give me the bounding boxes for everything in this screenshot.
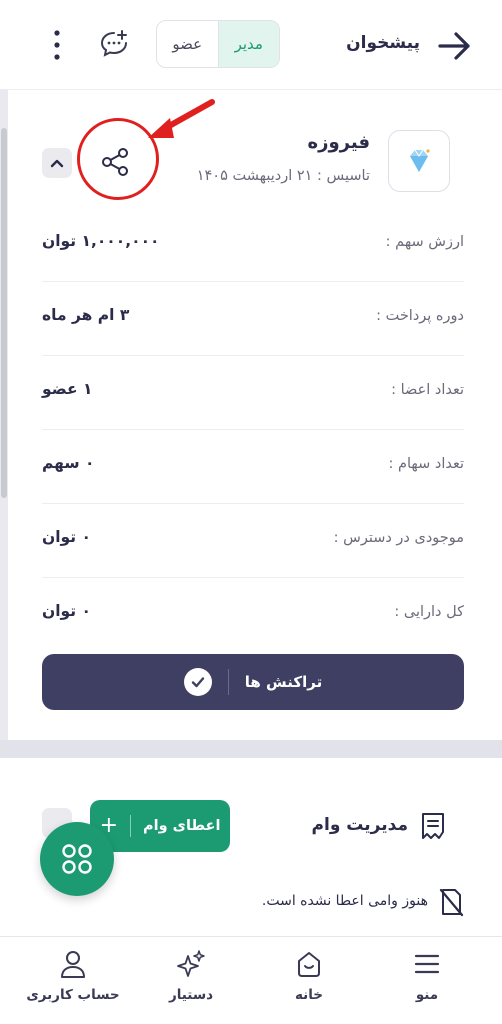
info-label: کل دارایی : bbox=[394, 604, 464, 620]
scrollbar-thumb[interactable] bbox=[1, 128, 7, 498]
transactions-button[interactable]: تراکنش ها bbox=[42, 654, 464, 710]
info-label: دوره پرداخت : bbox=[376, 308, 464, 324]
info-value: ۰ سهم bbox=[42, 454, 95, 472]
nav-label: خانه bbox=[294, 987, 324, 1003]
info-value: ۱,۰۰۰,۰۰۰ توان bbox=[42, 232, 160, 250]
top-bar: پیشخوان عضو مدیر bbox=[0, 0, 502, 90]
fund-founded-date: تاسیس : ۲۱ اردیبهشت ۱۴۰۵ bbox=[196, 168, 370, 184]
info-row-payment-period: دوره پرداخت : ۳ ام هر ماه bbox=[42, 282, 464, 356]
chat-add-icon[interactable] bbox=[98, 28, 130, 60]
info-value: ۳ ام هر ماه bbox=[42, 306, 130, 324]
bottom-navigation: منو خانه دستیار حساب کاربری bbox=[0, 936, 502, 1024]
info-label: موجودی در دسترس : bbox=[333, 530, 464, 546]
home-icon bbox=[298, 952, 320, 977]
apps-fab-button[interactable] bbox=[40, 822, 114, 896]
apps-grid-icon bbox=[62, 844, 92, 874]
no-document-icon bbox=[439, 888, 464, 917]
role-member-option[interactable]: عضو bbox=[157, 21, 218, 67]
info-row-total-assets: کل دارایی : ۰ توان bbox=[42, 578, 464, 652]
nav-label: حساب کاربری bbox=[26, 987, 120, 1003]
nav-item-home[interactable]: خانه bbox=[254, 947, 364, 1017]
more-vertical-icon[interactable] bbox=[50, 28, 64, 62]
no-loan-message: هنوز وامی اعطا نشده است. bbox=[261, 893, 428, 909]
section-divider bbox=[0, 740, 502, 758]
info-row-share-count: تعداد سهام : ۰ سهم bbox=[42, 430, 464, 504]
info-value: ۰ توان bbox=[42, 528, 91, 546]
button-divider bbox=[227, 669, 229, 695]
page-title: پیشخوان bbox=[346, 33, 420, 53]
info-label: ارزش سهم : bbox=[385, 234, 464, 250]
loan-title: مدیریت وام bbox=[311, 815, 408, 835]
transactions-button-label: تراکنش ها bbox=[244, 673, 323, 691]
nav-item-assistant[interactable]: دستیار bbox=[136, 947, 246, 1017]
back-arrow-icon[interactable] bbox=[434, 26, 474, 66]
sparkle-icon bbox=[177, 950, 205, 977]
check-circle-icon bbox=[183, 668, 212, 696]
role-admin-option[interactable]: مدیر bbox=[217, 21, 279, 67]
loan-document-icon bbox=[422, 813, 444, 839]
info-value: ۰ توان bbox=[42, 602, 91, 620]
nav-item-account[interactable]: حساب کاربری bbox=[18, 947, 128, 1017]
nav-item-menu[interactable]: منو bbox=[372, 947, 482, 1017]
info-value: ۱ عضو bbox=[42, 380, 93, 398]
grant-loan-label: اعطای وام bbox=[143, 818, 221, 834]
chevron-up-icon bbox=[50, 159, 64, 168]
nav-label: منو bbox=[415, 987, 439, 1003]
role-toggle[interactable]: عضو مدیر bbox=[156, 20, 280, 68]
nav-label: دستیار bbox=[168, 987, 214, 1003]
info-row-member-count: تعداد اعضا : ۱ عضو bbox=[42, 356, 464, 430]
fund-name: فیروزه bbox=[307, 132, 370, 153]
user-icon bbox=[61, 951, 85, 978]
menu-icon bbox=[414, 954, 440, 974]
info-row-share-value: ارزش سهم : ۱,۰۰۰,۰۰۰ توان bbox=[42, 208, 464, 282]
info-label: تعداد سهام : bbox=[388, 456, 464, 472]
info-label: تعداد اعضا : bbox=[391, 382, 464, 398]
diamond-icon bbox=[410, 149, 430, 172]
info-row-available-balance: موجودی در دسترس : ۰ توان bbox=[42, 504, 464, 578]
fund-collapse-button[interactable] bbox=[42, 148, 72, 178]
fund-logo bbox=[388, 130, 450, 192]
button-divider bbox=[130, 815, 132, 837]
annotation-arrow-icon bbox=[148, 99, 215, 138]
